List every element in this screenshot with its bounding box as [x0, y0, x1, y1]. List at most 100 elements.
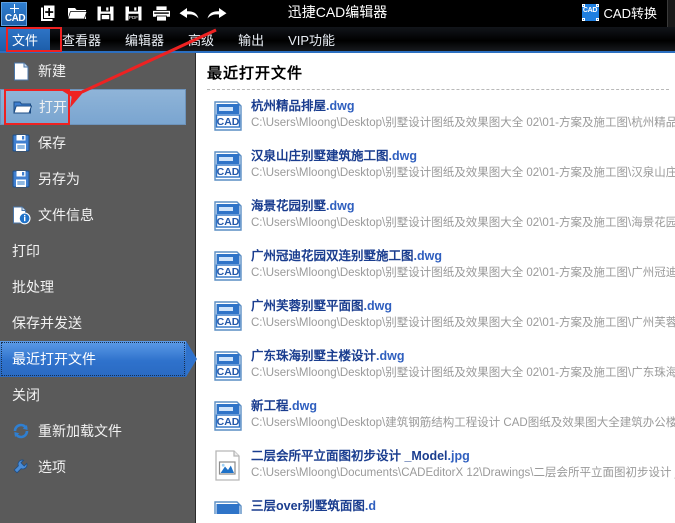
- recent-file-item[interactable]: CAD 汉泉山庄别墅建筑施工图.dwg C:\Users\Mloong\Desk…: [197, 144, 675, 194]
- sidebar-item-options[interactable]: 选项: [0, 449, 195, 485]
- file-path: C:\Users\Mloong\Desktop\别墅设计图纸及效果图大全 02\…: [251, 367, 675, 379]
- crosshair-icon: [10, 3, 19, 13]
- file-ext: .d: [364, 499, 377, 513]
- sidebar-item-save-and-send[interactable]: 保存并发送: [0, 305, 195, 341]
- floppy-save-icon: [10, 132, 32, 154]
- file-path: C:\Users\Mloong\Desktop\建筑钢筋结构工程设计 CAD图纸…: [251, 417, 675, 429]
- cad-file-icon: CAD: [211, 399, 245, 433]
- floppy-saveas-icon: [10, 168, 32, 190]
- menu-tab-editor[interactable]: 编辑器: [113, 27, 176, 52]
- sidebar-item-label: 保存: [38, 135, 66, 151]
- cad-file-icon: [211, 499, 245, 514]
- cad-file-icon: CAD: [211, 149, 245, 183]
- cad-convert-icon-label: CAD: [582, 7, 598, 14]
- svg-text:CAD: CAD: [217, 116, 240, 128]
- panel-heading: 最近打开文件: [207, 65, 304, 82]
- file-name: 广东珠海别墅主楼设计: [251, 349, 377, 363]
- file-name: 广州芙蓉别墅平面图: [251, 299, 364, 313]
- new-document-icon: [10, 60, 32, 82]
- svg-text:CAD: CAD: [217, 416, 240, 428]
- cad-file-icon: CAD: [211, 349, 245, 383]
- file-name: 广州冠迪花园双连别墅施工图: [251, 249, 414, 263]
- file-path: C:\Users\Mloong\Desktop\别墅设计图纸及效果图大全 02\…: [251, 117, 675, 129]
- file-menu-sidebar: 新建 打开 保存 另存为 文件信息 打印 批处理 保存并发送 最近打开文件 关闭…: [0, 53, 197, 523]
- recent-file-item[interactable]: CAD 广州冠迪花园双连别墅施工图.dwg C:\Users\Mloong\De…: [197, 244, 675, 294]
- recent-file-item[interactable]: CAD 新工程.dwg C:\Users\Mloong\Desktop\建筑钢筋…: [197, 394, 675, 444]
- sidebar-item-label: 新建: [38, 63, 66, 79]
- menu-tab-advanced[interactable]: 高级: [176, 27, 226, 52]
- svg-text:CAD: CAD: [217, 316, 240, 328]
- file-name: 三层over别墅筑面图: [251, 499, 365, 513]
- file-name: 海景花园别墅: [251, 199, 327, 213]
- sidebar-item-label: 重新加载文件: [38, 423, 122, 439]
- sidebar-item-save-as[interactable]: 另存为: [0, 161, 195, 197]
- open-folder-icon[interactable]: [65, 3, 89, 25]
- sidebar-item-label: 选项: [38, 459, 66, 475]
- print-icon[interactable]: [149, 3, 173, 25]
- sidebar-item-label: 另存为: [38, 171, 80, 187]
- file-path: C:\Users\Mloong\Desktop\别墅设计图纸及效果图大全 02\…: [251, 317, 675, 329]
- file-ext: .dwg: [376, 349, 405, 363]
- redo-icon[interactable]: [205, 3, 229, 25]
- sidebar-item-save[interactable]: 保存: [0, 125, 195, 161]
- file-ext: .dwg: [388, 149, 417, 163]
- cad-convert-icon: CAD: [581, 4, 599, 21]
- cad-file-icon: CAD: [211, 99, 245, 133]
- cad-file-icon: CAD: [211, 199, 245, 233]
- menu-bar: 文件 查看器 编辑器 高级 输出 VIP功能: [0, 27, 675, 52]
- menu-tab-output[interactable]: 输出: [226, 27, 276, 52]
- undo-icon[interactable]: [177, 3, 201, 25]
- wrench-icon: [10, 456, 32, 478]
- menu-tab-file[interactable]: 文件: [0, 27, 51, 52]
- recent-file-item[interactable]: CAD 杭州精品排屋.dwg C:\Users\Mloong\Desktop\别…: [197, 94, 675, 144]
- menu-tab-vip[interactable]: VIP功能: [276, 27, 347, 52]
- file-info-icon: [10, 204, 32, 226]
- sidebar-item-open[interactable]: 打开: [0, 89, 186, 125]
- sidebar-item-label: 文件信息: [38, 207, 94, 223]
- file-name: 新工程: [251, 399, 289, 413]
- sidebar-item-print[interactable]: 打印: [0, 233, 195, 269]
- new-file-icon[interactable]: [37, 3, 61, 25]
- file-path: C:\Users\Mloong\Desktop\别墅设计图纸及效果图大全 02\…: [251, 217, 675, 229]
- window-edge: [667, 0, 675, 27]
- sidebar-item-recent-files[interactable]: 最近打开文件: [0, 341, 197, 377]
- file-ext: .dwg: [413, 249, 442, 263]
- sidebar-item-new[interactable]: 新建: [0, 53, 195, 89]
- open-folder-icon: [11, 96, 33, 118]
- sidebar-item-reload-file[interactable]: 重新加载文件: [0, 413, 195, 449]
- svg-text:CAD: CAD: [217, 266, 240, 278]
- sidebar-item-close[interactable]: 关闭: [0, 377, 195, 413]
- sidebar-item-batch[interactable]: 批处理: [0, 269, 195, 305]
- svg-text:PDF: PDF: [128, 15, 137, 20]
- sidebar-item-label: 打开: [39, 99, 67, 115]
- title-bar: CAD PDF 迅捷CAD编辑器 CAD CAD转换: [0, 0, 675, 27]
- quick-toolbar: PDF: [37, 3, 229, 25]
- file-ext: .dwg: [326, 199, 355, 213]
- recent-file-item[interactable]: CAD 广东珠海别墅主楼设计.dwg C:\Users\Mloong\Deskt…: [197, 344, 675, 394]
- reload-icon: [10, 420, 32, 442]
- app-logo-label: CAD: [4, 12, 26, 24]
- file-ext: .jpg: [447, 449, 470, 463]
- menu-tab-viewer[interactable]: 查看器: [50, 27, 113, 52]
- file-name: 杭州精品排屋: [251, 99, 327, 113]
- heading-divider: [207, 89, 669, 90]
- cad-convert-button[interactable]: CAD CAD转换: [581, 3, 657, 22]
- image-file-icon: [211, 449, 245, 483]
- cad-file-icon: CAD: [211, 249, 245, 283]
- file-name: 汉泉山庄别墅建筑施工图: [251, 149, 389, 163]
- recent-file-item[interactable]: CAD 海景花园别墅.dwg C:\Users\Mloong\Desktop\别…: [197, 194, 675, 244]
- file-path: C:\Users\Mloong\Desktop\别墅设计图纸及效果图大全 02\…: [251, 167, 675, 179]
- file-path: C:\Users\Mloong\Desktop\别墅设计图纸及效果图大全 02\…: [251, 267, 675, 279]
- cad-file-icon: CAD: [211, 299, 245, 333]
- sidebar-item-file-info[interactable]: 文件信息: [0, 197, 195, 233]
- save-pdf-icon[interactable]: PDF: [121, 3, 145, 25]
- recent-file-item[interactable]: 二层会所平立面图初步设计 _Model.jpg C:\Users\Mloong\…: [197, 444, 675, 494]
- file-ext: .dwg: [363, 299, 392, 313]
- recent-file-item[interactable]: CAD 广州芙蓉别墅平面图.dwg C:\Users\Mloong\Deskto…: [197, 294, 675, 344]
- recent-file-item[interactable]: 三层over别墅筑面图.d: [197, 494, 675, 514]
- app-window: CAD PDF 迅捷CAD编辑器 CAD CAD转换 文件 查看器 编辑器 高级…: [0, 0, 675, 523]
- cad-convert-label: CAD转换: [603, 6, 657, 21]
- svg-text:CAD: CAD: [217, 216, 240, 228]
- save-icon[interactable]: [93, 3, 117, 25]
- svg-text:CAD: CAD: [217, 166, 240, 178]
